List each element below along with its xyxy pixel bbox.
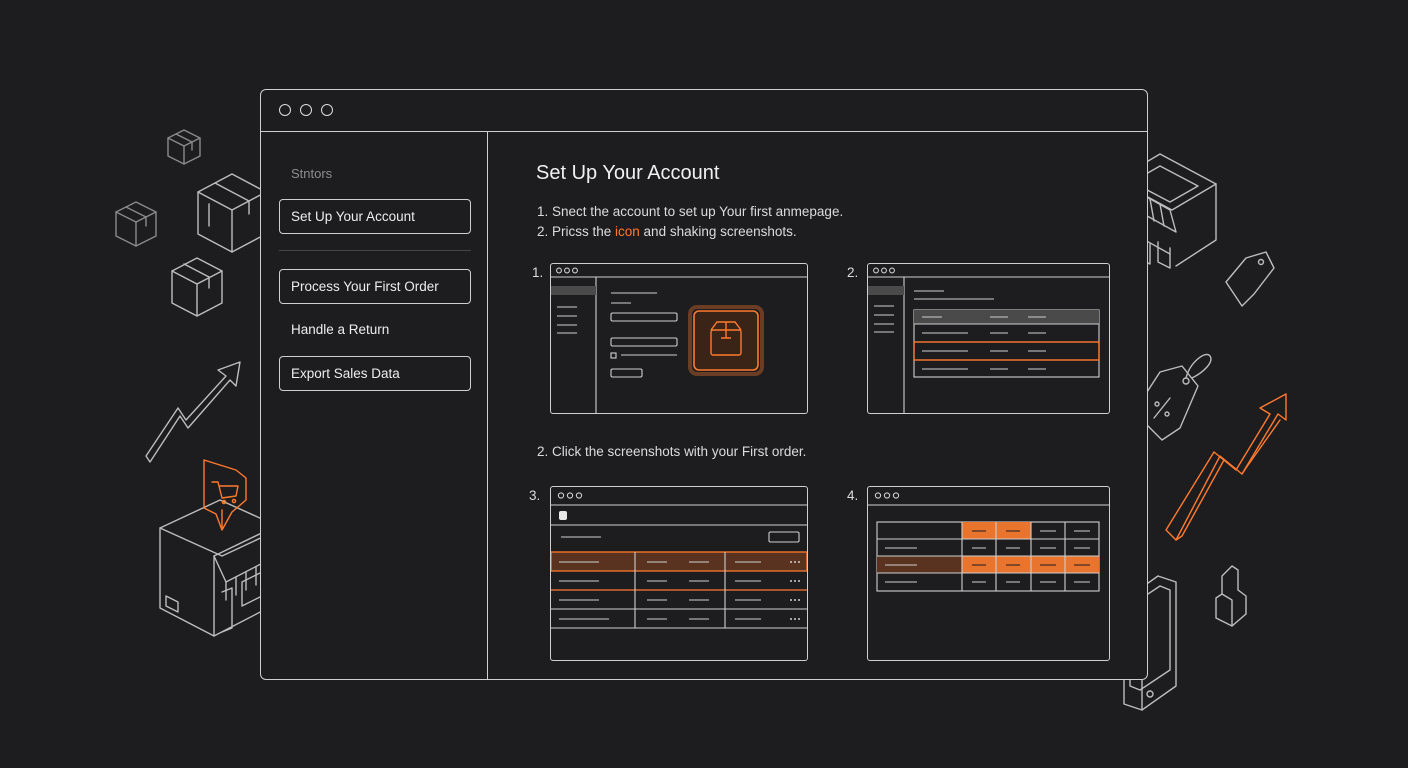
instruction-highlight: icon	[615, 224, 640, 239]
box-icon	[197, 173, 267, 253]
instruction-step-2-prefix: 2. Pricss the	[537, 224, 616, 239]
screenshot-number-2: 2.	[847, 265, 859, 280]
instruction-step-2: 2. Pricss the icon and shaking screensho…	[537, 224, 797, 239]
section-2-instruction: 2. Click the screenshots with your First…	[537, 444, 807, 459]
hand-cursor-icon	[1215, 565, 1247, 627]
sidebar-item-export-sales-data[interactable]: Export Sales Data	[279, 356, 471, 391]
trend-arrow-icon	[145, 361, 241, 463]
screenshot-number-4: 4.	[847, 488, 859, 503]
window-control-close[interactable]	[279, 104, 291, 116]
screenshot-number-3: 3.	[529, 488, 541, 503]
cart-sign-icon	[203, 459, 247, 531]
window-control-maximize[interactable]	[321, 104, 333, 116]
screenshot-3[interactable]	[550, 486, 808, 661]
box-icon	[115, 201, 157, 247]
sidebar-divider	[279, 250, 471, 251]
app-window: Stntors Set Up Your Account Process Your…	[260, 89, 1148, 680]
page-title: Set Up Your Account	[536, 162, 720, 184]
price-tag-icon	[1225, 251, 1275, 307]
box-icon	[167, 129, 201, 165]
screenshot-4[interactable]	[867, 486, 1110, 661]
instruction-step-2-suffix: and shaking screenshots.	[639, 224, 797, 239]
sidebar-item-handle-return[interactable]: Handle a Return	[291, 322, 389, 337]
sidebar-item-process-first-order[interactable]: Process Your First Order	[279, 269, 471, 304]
screenshot-number-1: 1.	[532, 265, 544, 280]
screenshot-1[interactable]	[550, 263, 808, 414]
sidebar: Stntors Set Up Your Account Process Your…	[261, 132, 488, 679]
screenshot-2[interactable]	[867, 263, 1110, 414]
sidebar-item-set-up-account[interactable]: Set Up Your Account	[279, 199, 471, 234]
title-bar	[261, 90, 1147, 132]
instruction-step-1: 1. Snect the account to set up Your firs…	[537, 204, 844, 219]
trend-arrow-icon	[1165, 393, 1287, 541]
box-icon	[171, 257, 223, 317]
window-control-minimize[interactable]	[300, 104, 312, 116]
sidebar-heading: Stntors	[291, 166, 333, 181]
